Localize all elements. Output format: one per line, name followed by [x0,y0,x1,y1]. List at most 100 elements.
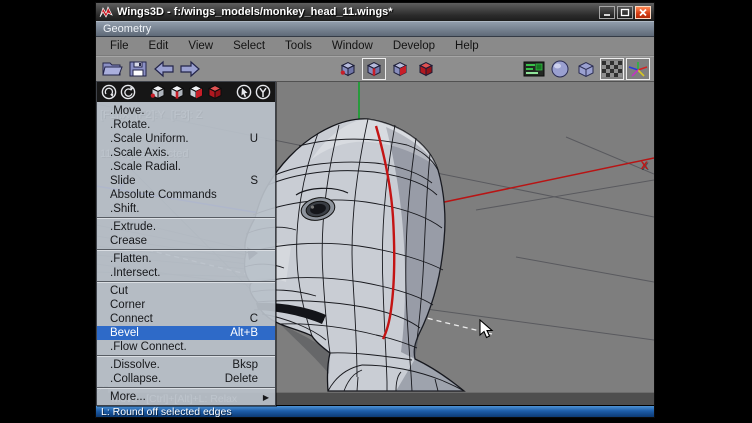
face-mode-icon[interactable] [188,84,204,101]
menu-select[interactable]: Select [223,40,275,52]
minimize-icon [602,8,612,17]
context-menu-header [97,82,275,102]
mouse-cursor [479,319,494,339]
menu-item-label: Bevel [110,327,139,339]
repeat-args-icon[interactable] [120,84,136,101]
context-menu-items: .Move. .Rotate..Scale Uniform.U.Scale Axi… [97,102,275,406]
menu-window[interactable]: Window [322,40,383,52]
save-icon[interactable] [126,58,150,80]
redo-icon[interactable] [178,58,202,80]
menu-item-label: .Intersect. [110,267,161,279]
edge-context-menu: .Move. .Rotate..Scale Uniform.U.Scale Axi… [96,81,276,406]
menu-item-label: .Scale Uniform. [110,133,189,145]
maximize-button[interactable] [617,6,633,19]
menu-item-label: .Flatten. [110,253,152,265]
menu-item-intersect[interactable]: .Intersect. [97,266,275,280]
menu-item-label: .Move. [110,105,145,117]
menu-item-label: .Dissolve. [110,359,160,371]
close-icon [638,8,648,17]
window-title: Wings3D - f:/wings_models/monkey_head_11… [117,6,595,18]
status-bar: L: Round off selected edges [96,405,654,417]
wireframe-view-icon[interactable] [574,58,598,80]
menu-item-collapse[interactable]: .Collapse. Delete [97,372,275,386]
menu-item-shortcut: S [250,175,275,187]
menu-separator [97,355,275,357]
menu-item-label: .Rotate. [110,119,150,131]
menu-item-label: Cut [110,285,128,297]
menu-item-connect[interactable]: ConnectC [97,312,275,326]
menu-item-corner[interactable]: Corner [97,298,275,312]
menu-tools[interactable]: Tools [275,40,322,52]
maximize-icon [620,8,630,17]
minimize-button[interactable] [599,6,615,19]
geometry-label: Geometry [103,23,151,35]
menu-item-rotate[interactable]: .Rotate. [97,118,275,132]
axes-toggle-icon[interactable] [626,58,650,80]
file-tool-group [100,58,202,80]
menu-item-move[interactable]: .Move. [97,104,275,118]
body-mode-icon[interactable] [207,84,223,101]
menu-item-extrude[interactable]: .Extrude. [97,220,275,234]
menu-item-cut[interactable]: Cut [97,284,275,298]
menu-item-label: .Extrude. [110,221,156,233]
edge-mode-icon[interactable] [169,84,185,101]
menu-item-label: .Flow Connect. [110,341,187,353]
menu-develop[interactable]: Develop [383,40,445,52]
geometry-bar[interactable]: Geometry [96,21,654,37]
preferences-icon[interactable] [522,58,546,80]
menu-item-more[interactable]: More... ▶ [97,390,275,404]
body-select-mode-icon[interactable] [414,58,438,80]
menu-item-label: Connect [110,313,153,325]
menu-item-label: Slide [110,175,136,187]
edge-select-mode-icon[interactable] [362,58,386,80]
undo-icon[interactable] [152,58,176,80]
app-logo-icon [99,6,113,19]
menu-item-flow-connect[interactable]: .Flow Connect. [97,340,275,354]
menu-item-label: .Scale Radial. [110,161,181,173]
smooth-preview-icon[interactable] [548,58,572,80]
selection-mode-group [336,58,438,80]
menu-item-label: More... [110,391,146,403]
menu-view[interactable]: View [178,40,223,52]
menu-item-label: .Collapse. [110,373,161,385]
menu-edit[interactable]: Edit [139,40,179,52]
status-text: L: Round off selected edges [101,406,232,418]
monkey-head-model[interactable] [244,119,464,391]
menu-item-scale-radial[interactable]: .Scale Radial. [97,160,275,174]
vertex-mode-icon[interactable] [150,84,166,101]
menu-item-shift[interactable]: .Shift. [97,202,275,216]
open-file-icon[interactable] [100,58,124,80]
menu-item-crease[interactable]: Crease [97,234,275,248]
menu-item-scale-uniform[interactable]: .Scale Uniform.U [97,132,275,146]
axis-x-label: X [641,160,648,172]
ground-plane-toggle-icon[interactable] [600,58,624,80]
titlebar[interactable]: Wings3D - f:/wings_models/monkey_head_11… [96,3,654,21]
menu-item-label: .Scale Axis. [110,147,169,159]
menu-item-flatten[interactable]: .Flatten. [97,252,275,266]
menu-file[interactable]: File [100,40,139,52]
view-tool-group [522,58,650,80]
menu-item-slide[interactable]: Slide S [97,174,275,188]
menu-item-scale-axis[interactable]: .Scale Axis. [97,146,275,160]
tweak-tool-icon[interactable] [255,84,271,101]
face-select-mode-icon[interactable] [388,58,412,80]
menu-item-shortcut: Delete [225,373,275,385]
menubar: FileEditViewSelectToolsWindowDevelopHelp [96,37,654,56]
menu-help[interactable]: Help [445,40,489,52]
menu-item-bevel[interactable]: Bevel Alt+B [97,326,275,340]
menu-item-shortcut: Bksp [232,359,275,371]
menu-item-absolute-commands[interactable]: Absolute Commands [97,188,275,202]
vertex-select-mode-icon[interactable] [336,58,360,80]
desktop: Wings3D - f:/wings_models/monkey_head_11… [0,0,752,423]
select-tool-icon[interactable] [236,84,252,101]
window-controls [599,6,651,19]
menu-separator [97,281,275,283]
toolbar [96,56,654,82]
menu-separator [97,387,275,389]
close-button[interactable] [635,6,651,19]
repeat-icon[interactable] [101,84,117,101]
wings3d-window: Wings3D - f:/wings_models/monkey_head_11… [95,2,655,418]
submenu-arrow-icon: ▶ [263,393,275,402]
menu-item-shortcut: Alt+B [230,327,275,339]
menu-item-dissolve[interactable]: .Dissolve. Bksp [97,358,275,372]
